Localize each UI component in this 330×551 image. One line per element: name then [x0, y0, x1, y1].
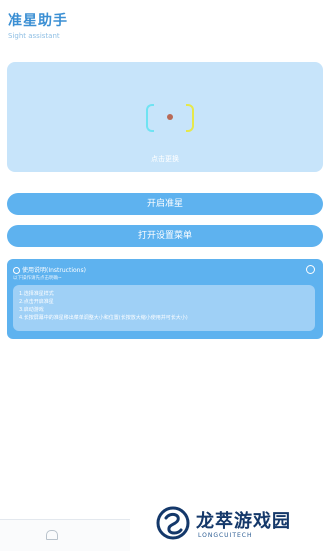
instructions-steps-box: 1.选择准星样式 2.点击开启准星 3.启动游戏 4.长按屏幕中的准星移出菜单调…	[13, 285, 315, 331]
info-circle-icon	[13, 267, 20, 274]
instructions-title: 使用说明(Instructions)	[22, 267, 86, 274]
crosshair-center-dot	[167, 114, 173, 120]
start-crosshair-button[interactable]: 开启准星	[7, 193, 323, 215]
step-item: 4.长按屏幕中的准星移出菜单调整大小和位置(长按放大缩小使用并可长大小)	[19, 315, 188, 321]
watermark-title: 龙萃游戏园	[196, 511, 291, 532]
crosshair-preview-panel[interactable]: 点击更换	[7, 62, 323, 172]
crosshair-icon	[146, 104, 194, 132]
change-crosshair-label[interactable]: 点击更换	[7, 154, 323, 164]
bottom-nav-bar	[0, 519, 130, 551]
app-header: 准星助手 Sight assistant	[8, 10, 68, 40]
watermark-logo-icon	[156, 506, 190, 540]
watermark-subtitle: LONGCUITECH	[198, 532, 253, 539]
home-icon[interactable]	[46, 530, 58, 540]
instructions-steps: 1.选择准星样式 2.点击开启准星 3.启动游戏 4.长按屏幕中的准星移出菜单调…	[19, 290, 188, 322]
instructions-subtitle: 以下操作请先点击明确~	[13, 276, 62, 281]
step-item: 1.选择准星样式	[19, 291, 54, 297]
step-item: 2.点击开启准星	[19, 299, 54, 305]
collapse-toggle-icon[interactable]	[306, 265, 315, 274]
app-subtitle: Sight assistant	[8, 32, 60, 40]
watermark: 龙萃游戏园 LONGCUITECH	[156, 505, 326, 545]
crosshair-left-bracket	[146, 104, 154, 132]
open-settings-menu-button[interactable]: 打开设置菜单	[7, 225, 323, 247]
step-item: 3.启动游戏	[19, 307, 44, 313]
crosshair-right-bracket	[186, 104, 194, 132]
app-title: 准星助手	[8, 13, 68, 29]
instructions-panel: 使用说明(Instructions) 以下操作请先点击明确~ 1.选择准星样式 …	[7, 259, 323, 339]
instructions-header: 使用说明(Instructions)	[13, 265, 86, 274]
